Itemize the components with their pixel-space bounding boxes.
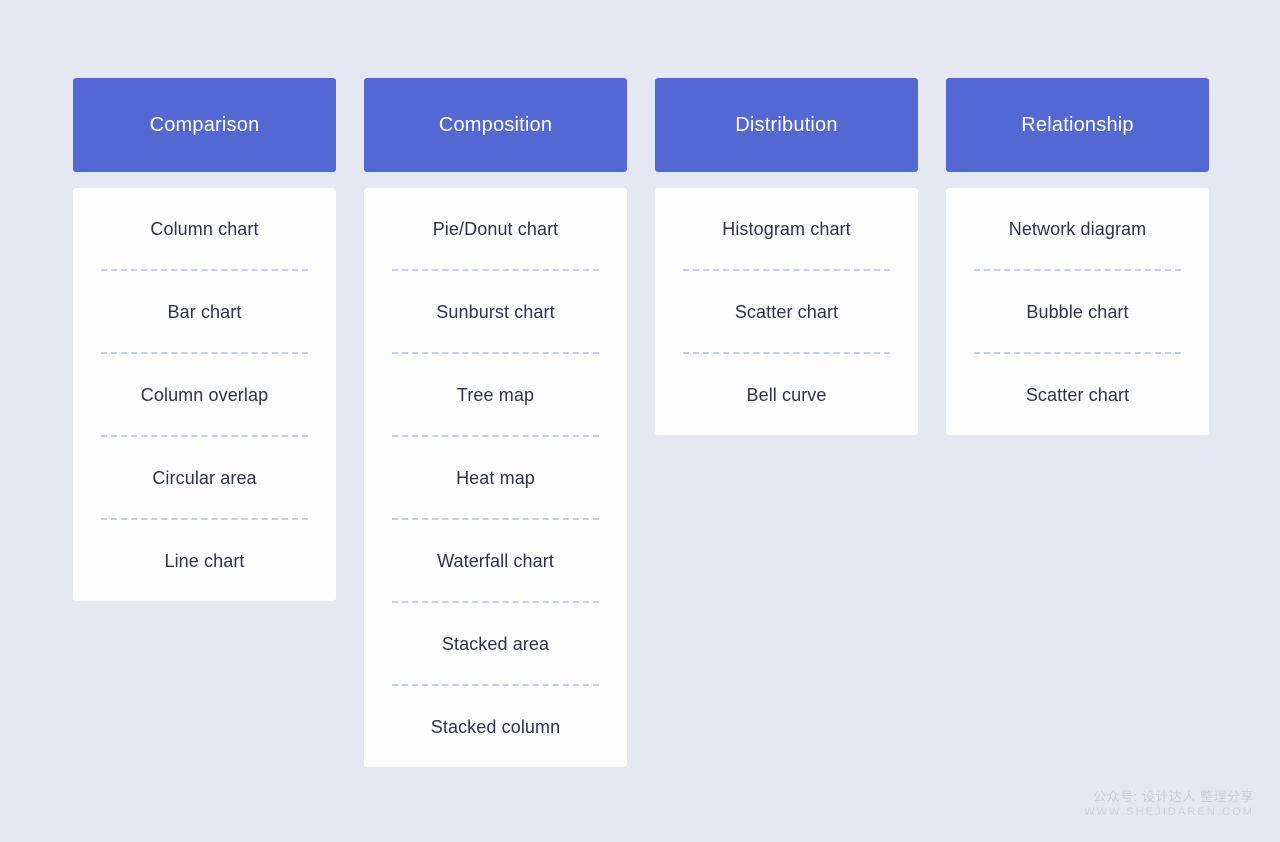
chart-type-label: Stacked column [430,716,561,737]
chart-type-row[interactable]: Network diagram [946,188,1209,269]
chart-type-label: Circular area [152,467,257,488]
category-header-distribution[interactable]: Distribution [655,78,918,172]
category-column-comparison: Comparison Column chart Bar chart Column ov… [73,78,336,601]
chart-type-row[interactable]: Stacked column [364,686,627,767]
chart-type-row[interactable]: Pie/Donut chart [364,188,627,269]
chart-type-label: Stacked area [441,633,550,654]
chart-type-label: Line chart [164,550,245,571]
category-header-label: Relationship [1021,114,1134,136]
category-header-label: Comparison [149,114,260,136]
category-card-composition: Pie/Donut chart Sunburst chart Tree map Hea… [364,188,627,767]
chart-type-label: Bubble chart [1026,301,1129,322]
chart-type-row[interactable]: Line chart [73,520,336,601]
category-column-distribution: Distribution Histogram chart Scatter chart… [655,78,918,435]
chart-type-label: Bar chart [167,301,242,322]
category-card-distribution: Histogram chart Scatter chart Bell curve [655,188,918,435]
chart-type-row[interactable]: Waterfall chart [364,520,627,601]
chart-type-row[interactable]: Circular area [73,437,336,518]
chart-type-label: Pie/Donut chart [432,218,559,239]
category-card-relationship: Network diagram Bubble chart Scatter chart [946,188,1209,435]
chart-type-row[interactable]: Scatter chart [655,271,918,352]
chart-type-row[interactable]: Column overlap [73,354,336,435]
chart-type-label: Sunburst chart [436,301,555,322]
chart-type-row[interactable]: Histogram chart [655,188,918,269]
chart-type-label: Tree map [456,384,535,405]
category-header-composition[interactable]: Composition [364,78,627,172]
chart-type-label: Waterfall chart [437,550,554,571]
chart-type-row[interactable]: Scatter chart [946,354,1209,435]
chart-type-label: Network diagram [1008,218,1147,239]
category-card-comparison: Column chart Bar chart Column overlap Circu… [73,188,336,601]
chart-type-row[interactable]: Column chart [73,188,336,269]
chart-category-board: Comparison Column chart Bar chart Column ov… [73,78,1209,767]
category-header-label: Composition [438,114,553,136]
watermark-line-2: WWW.SHEJIDAREN.COM [1084,806,1254,819]
chart-type-label: Histogram chart [722,218,851,239]
category-header-comparison[interactable]: Comparison [73,78,336,172]
chart-type-row[interactable]: Stacked area [364,603,627,684]
chart-type-label: Scatter chart [1025,384,1130,405]
chart-type-label: Bell curve [746,384,827,405]
chart-type-row[interactable]: Heat map [364,437,627,518]
watermark-line-1: 公众号: 设计达人 整理分享 [1093,788,1254,804]
chart-type-row[interactable]: Bar chart [73,271,336,352]
category-column-composition: Composition Pie/Donut chart Sunburst chart… [364,78,627,767]
chart-type-row[interactable]: Bubble chart [946,271,1209,352]
chart-type-label: Scatter chart [734,301,839,322]
category-header-relationship[interactable]: Relationship [946,78,1209,172]
chart-type-row[interactable]: Sunburst chart [364,271,627,352]
chart-type-row[interactable]: Bell curve [655,354,918,435]
chart-type-label: Column chart [150,218,259,239]
chart-type-label: Column overlap [140,384,269,405]
category-header-label: Distribution [735,114,838,136]
watermark: 公众号: 设计达人 整理分享 WWW.SHEJIDAREN.COM [1084,788,1254,820]
chart-type-label: Heat map [456,467,535,488]
category-column-relationship: Relationship Network diagram Bubble chart S… [946,78,1209,435]
chart-type-row[interactable]: Tree map [364,354,627,435]
